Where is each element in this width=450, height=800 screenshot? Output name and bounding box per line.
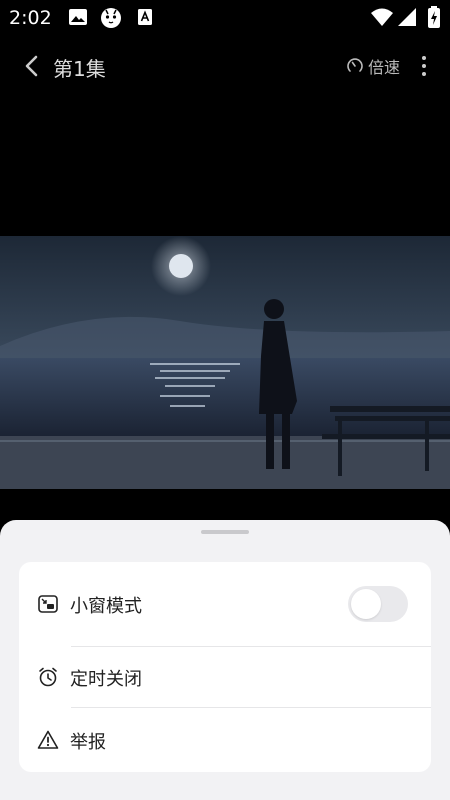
menu-item-report[interactable]: 举报 [19,708,431,772]
speed-gauge-icon [347,58,363,72]
episode-title: 第1集 [53,57,106,81]
back-icon[interactable] [18,52,46,80]
status-bar: 2:02 [0,0,450,34]
app-notification-icon [101,8,121,28]
menu-item-label: 举报 [70,732,106,753]
image-notification-icon [69,9,87,25]
options-card: 小窗模式 定时关闭 举报 [19,562,431,772]
status-time: 2:02 [9,7,52,29]
warning-icon [37,730,59,749]
options-bottom-sheet: 小窗模式 定时关闭 举报 [0,520,450,800]
menu-item-label: 定时关闭 [70,669,142,690]
wifi-icon [371,8,393,26]
menu-item-sleep-timer[interactable]: 定时关闭 [19,647,431,707]
playback-speed-label: 倍速 [368,58,401,77]
pip-icon [38,595,58,613]
sheet-drag-handle[interactable] [201,530,249,534]
alarm-icon [39,667,57,687]
more-options-icon[interactable] [414,52,434,80]
text-notification-icon [138,9,152,25]
battery-charging-icon [428,6,440,28]
menu-item-label: 小窗模式 [70,596,142,617]
pip-toggle-switch[interactable] [348,586,408,622]
playback-speed-button[interactable]: 倍速 [346,54,400,78]
signal-icon [398,8,416,26]
video-player[interactable] [0,236,450,489]
player-top-bar: 第1集 倍速 [0,44,450,88]
toggle-knob [351,589,381,619]
video-frame-moonlit-sea [0,236,450,489]
menu-item-picture-in-picture[interactable]: 小窗模式 [19,562,431,646]
